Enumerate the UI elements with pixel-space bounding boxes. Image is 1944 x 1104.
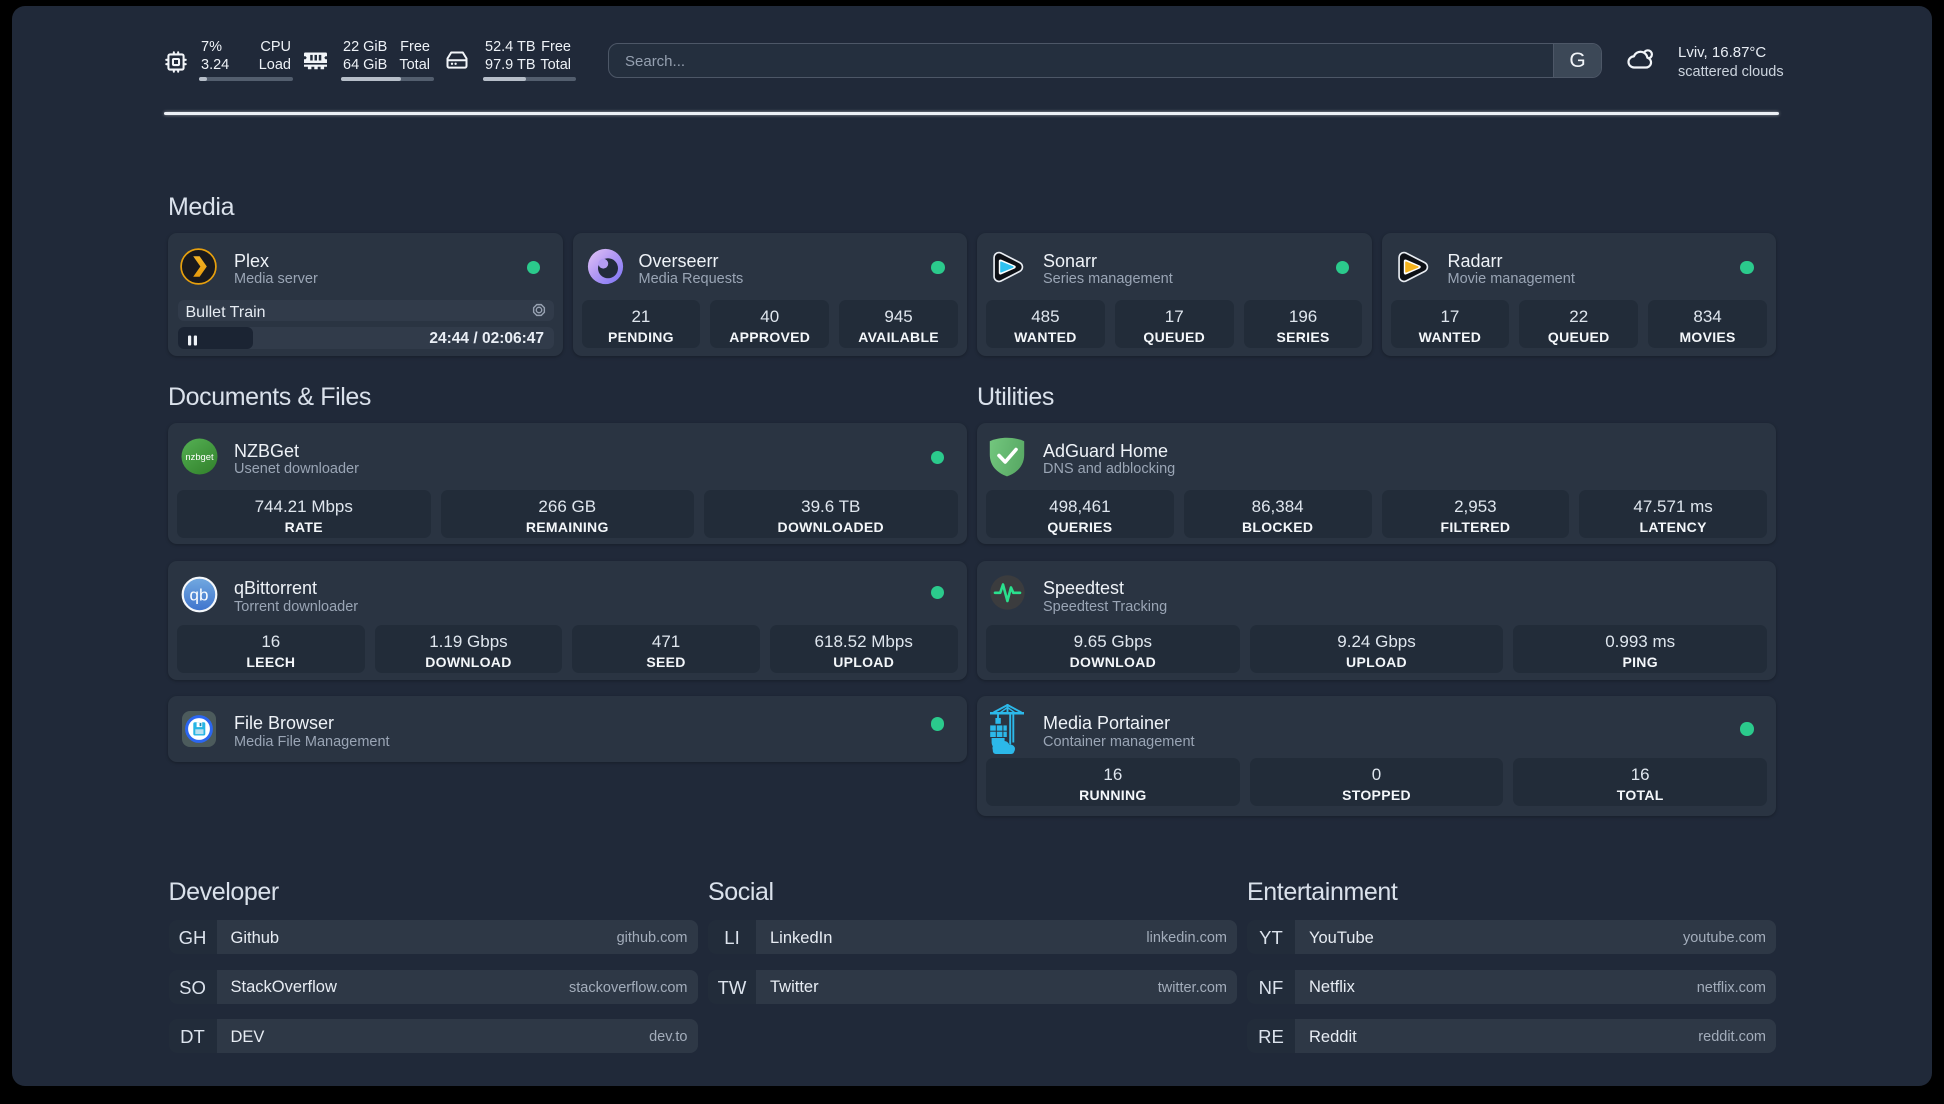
svg-text:nzbget: nzbget — [185, 451, 214, 462]
svg-text:qb: qb — [190, 585, 209, 604]
